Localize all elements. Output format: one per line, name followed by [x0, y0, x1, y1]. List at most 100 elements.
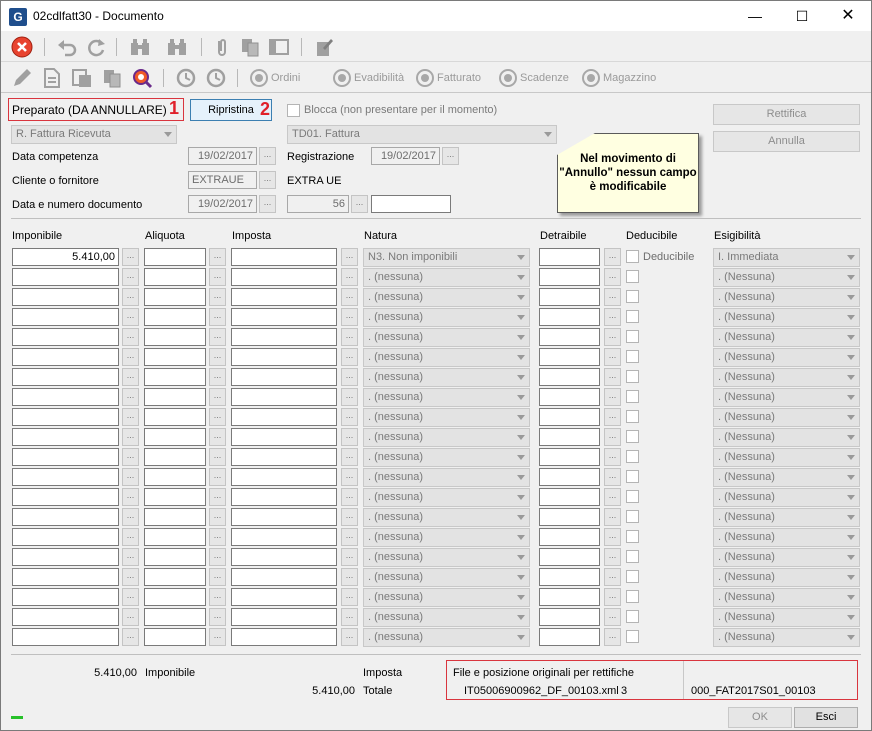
natura-select[interactable]: . (nessuna)	[363, 388, 530, 407]
imposta-lookup-button[interactable]: ...	[341, 588, 358, 606]
esigibilita-select[interactable]: . (Nessuna)	[713, 388, 860, 407]
aliquota-field[interactable]	[144, 608, 206, 626]
natura-select[interactable]: . (nessuna)	[363, 348, 530, 367]
deducibile-checkbox[interactable]	[626, 510, 639, 523]
aliquota-lookup-button[interactable]: ...	[209, 608, 226, 626]
aliquota-lookup-button[interactable]: ...	[209, 628, 226, 646]
imponibile-field[interactable]	[12, 328, 119, 346]
imponibile-lookup-button[interactable]: ...	[122, 528, 139, 546]
esci-button[interactable]: Esci	[794, 707, 858, 728]
esigibilita-select[interactable]: . (Nessuna)	[713, 608, 860, 627]
imposta-field[interactable]	[231, 368, 337, 386]
imponibile-lookup-button[interactable]: ...	[122, 408, 139, 426]
imponibile-field[interactable]	[12, 368, 119, 386]
detraibile-lookup-button[interactable]: ...	[604, 328, 621, 346]
aliquota-lookup-button[interactable]: ...	[209, 528, 226, 546]
imponibile-field[interactable]	[12, 348, 119, 366]
imponibile-lookup-button[interactable]: ...	[122, 508, 139, 526]
ok-button[interactable]: OK	[728, 707, 792, 728]
imponibile-field[interactable]	[12, 388, 119, 406]
detraibile-field[interactable]	[539, 248, 600, 266]
detraibile-field[interactable]	[539, 608, 600, 626]
imponibile-lookup-button[interactable]: ...	[122, 468, 139, 486]
deducibile-checkbox[interactable]	[626, 610, 639, 623]
imponibile-lookup-button[interactable]: ...	[122, 588, 139, 606]
imposta-field[interactable]	[231, 608, 337, 626]
aliquota-lookup-button[interactable]: ...	[209, 308, 226, 326]
data-competenza-field[interactable]: 19/02/2017	[188, 147, 257, 165]
detraibile-field[interactable]	[539, 448, 600, 466]
esigibilita-select[interactable]: I. Immediata	[713, 248, 860, 267]
imposta-field[interactable]	[231, 308, 337, 326]
data-documento-field[interactable]: 19/02/2017	[188, 195, 257, 213]
detraibile-lookup-button[interactable]: ...	[604, 268, 621, 286]
imposta-field[interactable]	[231, 268, 337, 286]
detraibile-field[interactable]	[539, 588, 600, 606]
natura-select[interactable]: . (nessuna)	[363, 548, 530, 567]
aliquota-field[interactable]	[144, 268, 206, 286]
aliquota-field[interactable]	[144, 328, 206, 346]
esigibilita-select[interactable]: . (Nessuna)	[713, 328, 860, 347]
deducibile-checkbox[interactable]	[626, 310, 639, 323]
esigibilita-select[interactable]: . (Nessuna)	[713, 488, 860, 507]
esigibilita-select[interactable]: . (Nessuna)	[713, 308, 860, 327]
aliquota-field[interactable]	[144, 588, 206, 606]
detraibile-lookup-button[interactable]: ...	[604, 568, 621, 586]
aliquota-lookup-button[interactable]: ...	[209, 468, 226, 486]
natura-select[interactable]: . (nessuna)	[363, 508, 530, 527]
detraibile-lookup-button[interactable]: ...	[604, 468, 621, 486]
esigibilita-select[interactable]: . (Nessuna)	[713, 628, 860, 647]
deducibile-checkbox[interactable]	[626, 530, 639, 543]
imposta-lookup-button[interactable]: ...	[341, 408, 358, 426]
imponibile-field[interactable]	[12, 268, 119, 286]
imposta-lookup-button[interactable]: ...	[341, 248, 358, 266]
detraibile-lookup-button[interactable]: ...	[604, 368, 621, 386]
duplicate-icon[interactable]	[101, 67, 123, 89]
new-document-icon[interactable]	[41, 67, 63, 89]
imponibile-lookup-button[interactable]: ...	[122, 488, 139, 506]
esigibilita-select[interactable]: . (Nessuna)	[713, 428, 860, 447]
deducibile-checkbox[interactable]	[626, 630, 639, 643]
natura-select[interactable]: . (nessuna)	[363, 468, 530, 487]
detraibile-lookup-button[interactable]: ...	[604, 308, 621, 326]
imposta-lookup-button[interactable]: ...	[341, 508, 358, 526]
imposta-field[interactable]	[231, 408, 337, 426]
imponibile-field[interactable]	[12, 528, 119, 546]
aliquota-lookup-button[interactable]: ...	[209, 268, 226, 286]
aliquota-lookup-button[interactable]: ...	[209, 348, 226, 366]
imponibile-field[interactable]	[12, 588, 119, 606]
imposta-lookup-button[interactable]: ...	[341, 288, 358, 306]
deducibile-checkbox[interactable]	[626, 330, 639, 343]
aliquota-lookup-button[interactable]: ...	[209, 388, 226, 406]
aliquota-lookup-button[interactable]: ...	[209, 568, 226, 586]
detraibile-field[interactable]	[539, 388, 600, 406]
maximize-button[interactable]: ☐	[779, 1, 825, 31]
esigibilita-select[interactable]: . (Nessuna)	[713, 508, 860, 527]
imposta-field[interactable]	[231, 628, 337, 646]
natura-select[interactable]: . (nessuna)	[363, 528, 530, 547]
imposta-lookup-button[interactable]: ...	[341, 388, 358, 406]
imponibile-field[interactable]	[12, 468, 119, 486]
deducibile-checkbox[interactable]	[626, 390, 639, 403]
imponibile-field[interactable]	[12, 488, 119, 506]
imposta-lookup-button[interactable]: ...	[341, 308, 358, 326]
aliquota-lookup-button[interactable]: ...	[209, 488, 226, 506]
imponibile-field[interactable]	[12, 448, 119, 466]
aliquota-field[interactable]	[144, 288, 206, 306]
deducibile-checkbox[interactable]	[626, 370, 639, 383]
data-documento-lookup-button[interactable]: ...	[259, 195, 276, 213]
detraibile-field[interactable]	[539, 468, 600, 486]
imponibile-lookup-button[interactable]: ...	[122, 328, 139, 346]
imposta-field[interactable]	[231, 508, 337, 526]
aliquota-field[interactable]	[144, 488, 206, 506]
refresh-icon[interactable]	[85, 36, 107, 58]
detraibile-lookup-button[interactable]: ...	[604, 528, 621, 546]
esigibilita-select[interactable]: . (Nessuna)	[713, 568, 860, 587]
imposta-lookup-button[interactable]: ...	[341, 368, 358, 386]
aliquota-field[interactable]	[144, 368, 206, 386]
deducibile-checkbox[interactable]	[626, 410, 639, 423]
esigibilita-select[interactable]: . (Nessuna)	[713, 368, 860, 387]
esigibilita-select[interactable]: . (Nessuna)	[713, 348, 860, 367]
minimize-button[interactable]: —	[732, 1, 778, 31]
imponibile-field[interactable]	[12, 508, 119, 526]
